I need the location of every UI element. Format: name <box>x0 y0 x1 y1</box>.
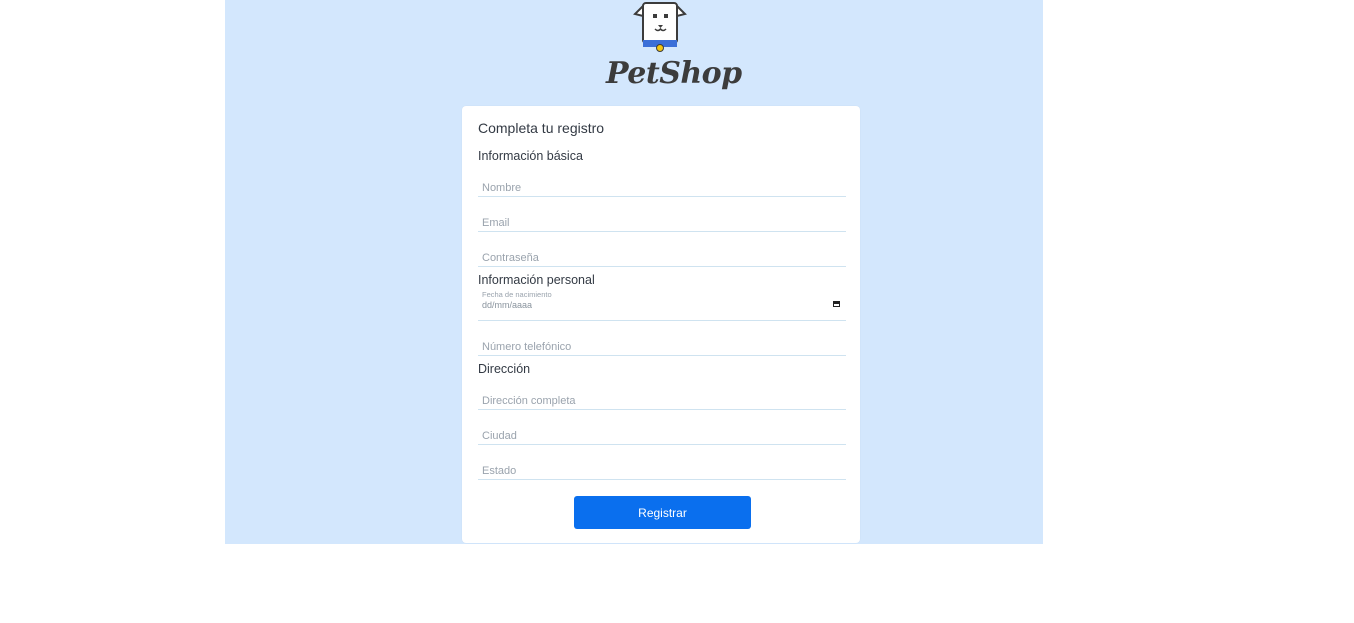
password-field-wrapper <box>478 236 846 267</box>
dog-logo-icon <box>633 2 687 52</box>
petshop-logo: PetShop <box>600 0 742 102</box>
state-input[interactable] <box>478 465 846 477</box>
birthdate-value: dd/mm/aaaa <box>482 300 533 310</box>
form-title: Completa tu registro <box>478 120 605 136</box>
brand-name: PetShop <box>606 56 742 91</box>
birthdate-input[interactable]: Fecha de nacimiento dd/mm/aaaa <box>478 286 846 321</box>
register-button[interactable]: Registrar <box>574 496 751 529</box>
phone-input[interactable] <box>478 341 846 353</box>
phone-field-wrapper <box>478 325 846 356</box>
city-input[interactable] <box>478 430 846 442</box>
name-input[interactable] <box>478 182 846 194</box>
registration-card: Completa tu registro Información básica … <box>462 106 860 543</box>
section-basic-info: Información básica <box>478 149 583 163</box>
email-input[interactable] <box>478 217 846 229</box>
section-address: Dirección <box>478 362 531 376</box>
address-input[interactable] <box>478 395 846 407</box>
birthdate-label: Fecha de nacimiento <box>482 290 552 299</box>
state-field-wrapper <box>478 449 846 480</box>
address-field-wrapper <box>478 379 846 410</box>
city-field-wrapper <box>478 414 846 445</box>
email-field-wrapper <box>478 201 846 232</box>
section-personal-info: Información personal <box>478 273 595 287</box>
calendar-icon[interactable] <box>833 301 840 307</box>
page-background: PetShop Completa tu registro Información… <box>225 0 1043 544</box>
password-input[interactable] <box>478 252 846 264</box>
name-field-wrapper <box>478 166 846 197</box>
